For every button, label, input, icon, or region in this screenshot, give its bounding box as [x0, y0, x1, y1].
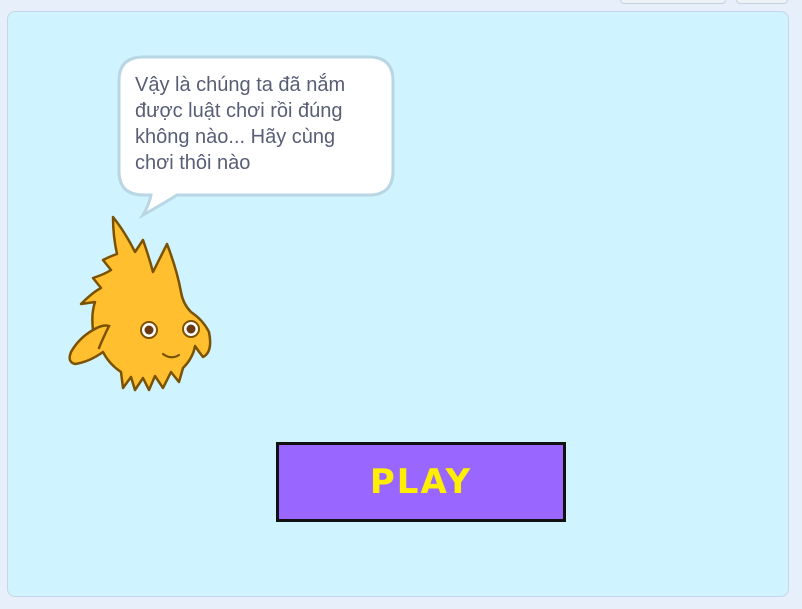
play-button[interactable]: PLAY: [276, 442, 566, 522]
speech-bubble-text: Vậy là chúng ta đã nắm được luật chơi rồ…: [135, 74, 346, 174]
top-toolbar: [0, 0, 802, 10]
flame-character-icon[interactable]: [63, 212, 223, 397]
toolbar-button[interactable]: [620, 0, 726, 4]
toolbar-button[interactable]: [736, 0, 788, 4]
speech-bubble: Vậy là chúng ta đã nắm được luật chơi rồ…: [117, 55, 395, 220]
play-button-label: PLAY: [369, 462, 473, 502]
game-stage[interactable]: Vậy là chúng ta đã nắm được luật chơi rồ…: [7, 11, 789, 597]
